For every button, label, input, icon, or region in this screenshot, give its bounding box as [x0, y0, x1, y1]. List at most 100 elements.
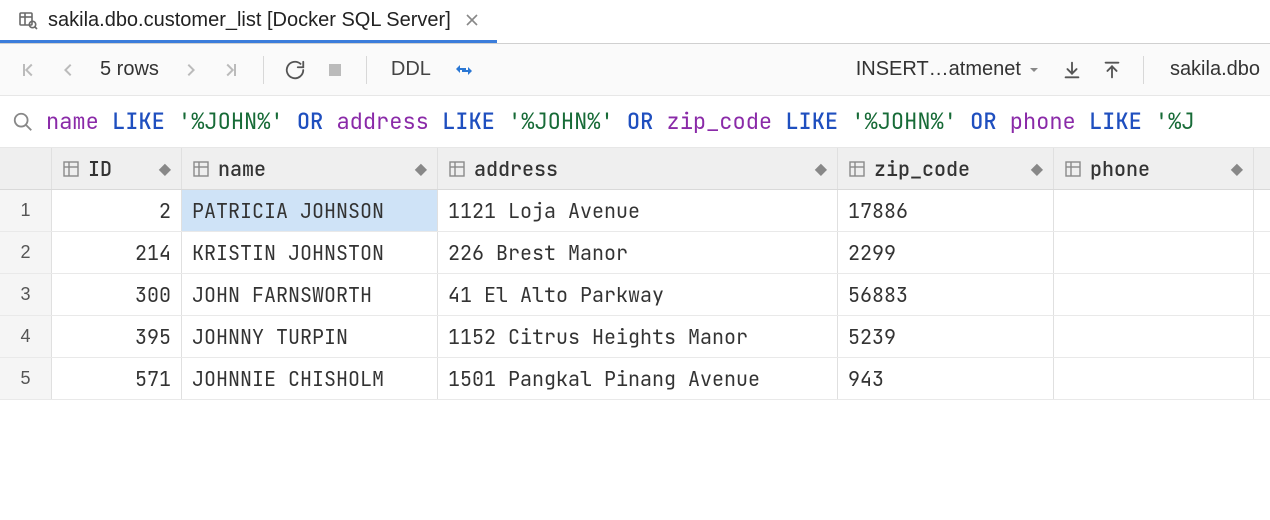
column-header-address[interactable]: address ◆: [438, 148, 838, 189]
import-button[interactable]: [1055, 53, 1089, 87]
cell-zip_code[interactable]: 943: [838, 358, 1054, 399]
table-view-icon: [18, 10, 38, 30]
token-keyword: LIKE: [785, 107, 838, 136]
chevron-down-icon: [1027, 63, 1041, 77]
token-keyword: LIKE: [1089, 107, 1142, 136]
cell-phone[interactable]: [1054, 274, 1254, 315]
filter-input[interactable]: name LIKE '%JOHN%' OR address LIKE '%JOH…: [46, 107, 1195, 136]
column-label: name: [218, 156, 266, 182]
token-identifier: name: [46, 107, 99, 136]
cell-ID[interactable]: 300: [52, 274, 182, 315]
separator: [1143, 56, 1144, 84]
row-number[interactable]: 3: [0, 274, 52, 315]
column-icon: [448, 160, 466, 178]
cell-address[interactable]: 1121 Loja Avenue: [438, 190, 838, 231]
cell-address[interactable]: 1152 Citrus Heights Manor: [438, 316, 838, 357]
tab-active[interactable]: sakila.dbo.customer_list [Docker SQL Ser…: [0, 0, 497, 43]
table-row[interactable]: 12PATRICIA JOHNSON1121 Loja Avenue17886: [0, 190, 1270, 232]
cell-ID[interactable]: 395: [52, 316, 182, 357]
cell-zip_code[interactable]: 5239: [838, 316, 1054, 357]
token-keyword: LIKE: [442, 107, 495, 136]
column-icon: [192, 160, 210, 178]
last-page-button[interactable]: [215, 53, 249, 87]
token-identifier: address: [336, 107, 428, 136]
cell-phone[interactable]: [1054, 232, 1254, 273]
row-number[interactable]: 2: [0, 232, 52, 273]
close-icon[interactable]: [461, 11, 483, 29]
sort-icon: ◆: [815, 159, 827, 179]
sort-icon: ◆: [415, 159, 427, 179]
column-header-id[interactable]: ID ◆: [52, 148, 182, 189]
search-icon[interactable]: [12, 111, 34, 133]
cell-zip_code[interactable]: 56883: [838, 274, 1054, 315]
transpose-button[interactable]: [447, 53, 481, 87]
cell-phone[interactable]: [1054, 190, 1254, 231]
table-row[interactable]: 2214KRISTIN JOHNSTON226 Brest Manor2299: [0, 232, 1270, 274]
gutter-header[interactable]: [0, 148, 52, 189]
token-string: '%JOHN%': [508, 107, 614, 136]
table-row[interactable]: 4395JOHNNY TURPIN1152 Citrus Heights Man…: [0, 316, 1270, 358]
column-icon: [848, 160, 866, 178]
column-label: zip_code: [874, 156, 970, 182]
rows-count-label[interactable]: 5 rows: [90, 58, 169, 81]
separator: [263, 56, 264, 84]
token-identifier: zip_code: [667, 107, 773, 136]
stop-button[interactable]: [318, 53, 352, 87]
sort-icon: ◆: [1031, 159, 1043, 179]
data-grid: ID ◆ name ◆ address ◆ zip_code ◆: [0, 148, 1270, 400]
cell-name[interactable]: KRISTIN JOHNSTON: [182, 232, 438, 273]
tab-title: sakila.dbo.customer_list [Docker SQL Ser…: [48, 9, 451, 32]
token-identifier: phone: [1010, 107, 1076, 136]
cell-address[interactable]: 226 Brest Manor: [438, 232, 838, 273]
tx-mode-label: INSERT…atmenet: [856, 58, 1021, 81]
next-page-button[interactable]: [175, 53, 209, 87]
row-number[interactable]: 5: [0, 358, 52, 399]
breadcrumb[interactable]: sakila.dbo: [1158, 58, 1260, 81]
toolbar: 5 rows DDL INSERT…atmenet: [0, 44, 1270, 96]
cell-zip_code[interactable]: 2299: [838, 232, 1054, 273]
ddl-button[interactable]: DDL: [381, 58, 441, 81]
cell-ID[interactable]: 2: [52, 190, 182, 231]
cell-phone[interactable]: [1054, 358, 1254, 399]
cell-phone[interactable]: [1054, 316, 1254, 357]
cell-name[interactable]: PATRICIA JOHNSON: [182, 190, 438, 231]
token-keyword: OR: [970, 107, 996, 136]
cell-ID[interactable]: 214: [52, 232, 182, 273]
token-keyword: OR: [297, 107, 323, 136]
table-row[interactable]: 3300JOHN FARNSWORTH41 El Alto Parkway568…: [0, 274, 1270, 316]
tx-mode-dropdown[interactable]: INSERT…atmenet: [848, 58, 1049, 81]
cell-name[interactable]: JOHNNY TURPIN: [182, 316, 438, 357]
row-number[interactable]: 1: [0, 190, 52, 231]
row-number[interactable]: 4: [0, 316, 52, 357]
token-string: '%J: [1155, 107, 1195, 136]
cell-ID[interactable]: 571: [52, 358, 182, 399]
token-keyword: LIKE: [112, 107, 165, 136]
token-string: '%JOHN%': [178, 107, 284, 136]
table-row[interactable]: 5571JOHNNIE CHISHOLM1501 Pangkal Pinang …: [0, 358, 1270, 400]
cell-address[interactable]: 41 El Alto Parkway: [438, 274, 838, 315]
column-icon: [1064, 160, 1082, 178]
cell-address[interactable]: 1501 Pangkal Pinang Avenue: [438, 358, 838, 399]
cell-zip_code[interactable]: 17886: [838, 190, 1054, 231]
filter-bar: name LIKE '%JOHN%' OR address LIKE '%JOH…: [0, 96, 1270, 148]
column-label: address: [474, 156, 558, 182]
column-header-phone[interactable]: phone ◆: [1054, 148, 1254, 189]
column-header-name[interactable]: name ◆: [182, 148, 438, 189]
column-label: ID: [88, 156, 151, 182]
token-string: '%JOHN%': [851, 107, 957, 136]
cell-name[interactable]: JOHN FARNSWORTH: [182, 274, 438, 315]
token-keyword: OR: [627, 107, 653, 136]
export-button[interactable]: [1095, 53, 1129, 87]
cell-name[interactable]: JOHNNIE CHISHOLM: [182, 358, 438, 399]
column-icon: [62, 160, 80, 178]
sort-icon: ◆: [159, 159, 171, 179]
column-label: phone: [1090, 156, 1150, 182]
sort-icon: ◆: [1231, 159, 1243, 179]
separator: [366, 56, 367, 84]
refresh-button[interactable]: [278, 53, 312, 87]
header-row: ID ◆ name ◆ address ◆ zip_code ◆: [0, 148, 1270, 190]
first-page-button[interactable]: [10, 53, 44, 87]
tab-bar: sakila.dbo.customer_list [Docker SQL Ser…: [0, 0, 1270, 44]
column-header-zip[interactable]: zip_code ◆: [838, 148, 1054, 189]
prev-page-button[interactable]: [50, 53, 84, 87]
